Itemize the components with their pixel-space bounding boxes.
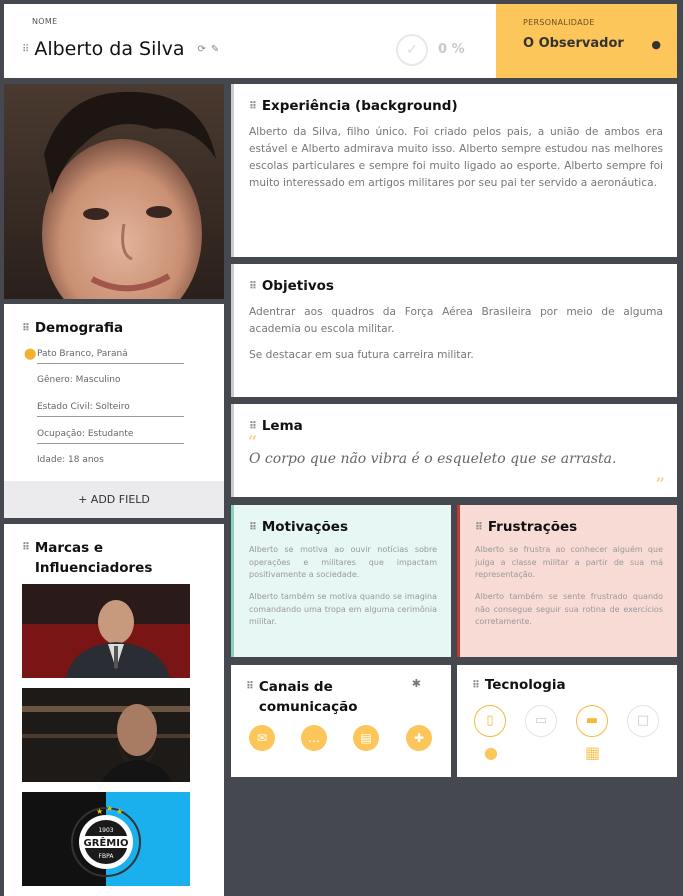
gremio-logo: GRÊMIO 1903 FBPA ★ ★ ★ [22,792,190,886]
goal-item[interactable]: Adentrar aos quadros da Força Aérea Bras… [249,304,663,338]
drag-handle-icon[interactable]: ⠿ [249,101,257,112]
location-pin-icon: ⬤ [24,347,37,360]
laptop-icon[interactable]: ▬ [576,705,608,737]
channels-card: ⠿ Canais de comunicação ✱ ✉ … ▤ ✚ [231,665,451,777]
location-field[interactable]: Pato Branco, Paraná [37,349,184,364]
frustration-item[interactable]: Alberto também se sente frustrado quando… [475,591,663,629]
close-quote-icon: ” [655,474,665,493]
badge-name: GRÊMIO [84,836,129,849]
goals-title: Objetivos [261,278,334,294]
desktop-icon[interactable]: □ [627,705,659,737]
progress-value: 0 % [438,42,465,57]
star-icon: ★ [106,804,113,813]
open-quote-icon: “ [248,432,258,451]
gender-field[interactable]: Gênero: Masculino [37,375,184,389]
chat-icon[interactable]: … [301,725,327,751]
edit-icon[interactable]: ✎ [211,44,219,55]
check-icon: ✓ [406,42,418,58]
persona-header: NOME ⠿ Alberto da Silva ⟳ ✎ ✓ 0 % PERSON… [4,4,677,78]
browser-icon[interactable]: ▤ [353,725,379,751]
drag-handle-icon[interactable]: ⠿ [472,680,480,691]
demographics-card: ⠿ Demografia ⬤ Pato Branco, Paraná Gênero… [4,304,224,518]
gear-icon[interactable]: ✱ [412,677,421,690]
experience-text[interactable]: Alberto da Silva, filho único. Foi criad… [249,124,663,192]
goals-card: ⠿ Objetivos Adentrar aos quadros da Força… [231,264,677,397]
star-icon: ★ [96,807,103,816]
civil-status-field[interactable]: Estado Civil: Solteiro [37,402,184,417]
drag-handle-icon[interactable]: ⠿ [249,281,257,292]
add-field-button[interactable]: + ADD FIELD [4,481,224,518]
smartphone-icon[interactable]: ▯ [474,705,506,737]
star-icon: ★ [116,807,123,816]
occupation-field[interactable]: Ocupação: Estudante [37,429,184,444]
drag-handle-icon[interactable]: ⠿ [22,323,30,334]
influencer-photo-2 [22,688,190,782]
portrait-image [4,84,224,299]
persona-photo[interactable] [4,84,224,299]
channels-title: Canais de comunicação [258,679,358,715]
motivation-item[interactable]: Alberto se motiva ao ouvir notícias sobr… [249,544,437,582]
email-icon[interactable]: ✉ [249,725,275,751]
influencer-photo-1 [22,584,190,678]
motto-text[interactable]: O corpo que não vibra é o esqueleto que … [249,451,616,467]
name-label: NOME [32,17,58,26]
drag-handle-icon[interactable]: ⠿ [22,538,30,558]
motto-title: Lema [261,418,303,434]
brands-title: Marcas e Influenciadores [34,540,153,576]
refresh-icon[interactable]: ⟳ [198,44,206,55]
motivation-item[interactable]: Alberto também se motiva quando se imagi… [249,591,437,629]
technology-title: Tecnologia [484,677,566,693]
tablet-icon[interactable]: ▭ [525,705,557,737]
apple-icon[interactable]: ● [484,743,498,762]
drag-handle-icon[interactable]: ⠿ [249,522,257,533]
drag-handle-icon[interactable]: ⠿ [246,677,254,697]
brand-image-1[interactable] [22,584,190,678]
motivations-card: ⠿ Motivações Alberto se motiva ao ouvir n… [231,505,451,657]
demographics-title: Demografia [34,320,124,336]
personality-value: O Observador [523,36,624,51]
experience-title: Experiência (background) [261,98,458,114]
frustrations-card: ⠿ Frustrações Alberto se frustra ao conhe… [457,505,677,657]
brands-card: ⠿ Marcas e Influenciadores GRÊMIO 1903 F… [4,524,224,896]
badge-year: 1903 [98,827,113,834]
brand-image-3[interactable]: GRÊMIO 1903 FBPA ★ ★ ★ [22,792,190,886]
age-field[interactable]: Idade: 18 anos [37,455,184,469]
badge-fbpa: FBPA [99,853,115,860]
persona-name[interactable]: Alberto da Silva [34,38,184,60]
technology-card: ⠿ Tecnologia ▯ ▭ ▬ □ ● ▦ [457,665,677,777]
motivations-title: Motivações [261,519,348,535]
drag-handle-icon[interactable]: ⠿ [249,421,257,432]
gamepad-icon[interactable]: ✚ [406,725,432,751]
lightbulb-icon[interactable]: ● [651,38,661,51]
drag-handle-icon[interactable]: ⠿ [475,522,483,533]
drag-handle-icon[interactable]: ⠿ [22,44,29,55]
experience-card: ⠿ Experiência (background) Alberto da Sil… [231,84,677,257]
windows-icon[interactable]: ▦ [585,743,600,762]
frustrations-title: Frustrações [487,519,578,535]
motto-card: ⠿ Lema “ O corpo que não vibra é o esquel… [231,404,677,497]
frustration-item[interactable]: Alberto se frustra ao conhecer alguém qu… [475,544,663,582]
progress-ring: ✓ [396,34,428,66]
personality-label: PERSONALIDADE [523,18,595,27]
personality-panel[interactable]: PERSONALIDADE O Observador ● [496,4,677,78]
goal-item[interactable]: Se destacar em sua futura carreira milit… [249,347,663,364]
brand-image-2[interactable] [22,688,190,782]
